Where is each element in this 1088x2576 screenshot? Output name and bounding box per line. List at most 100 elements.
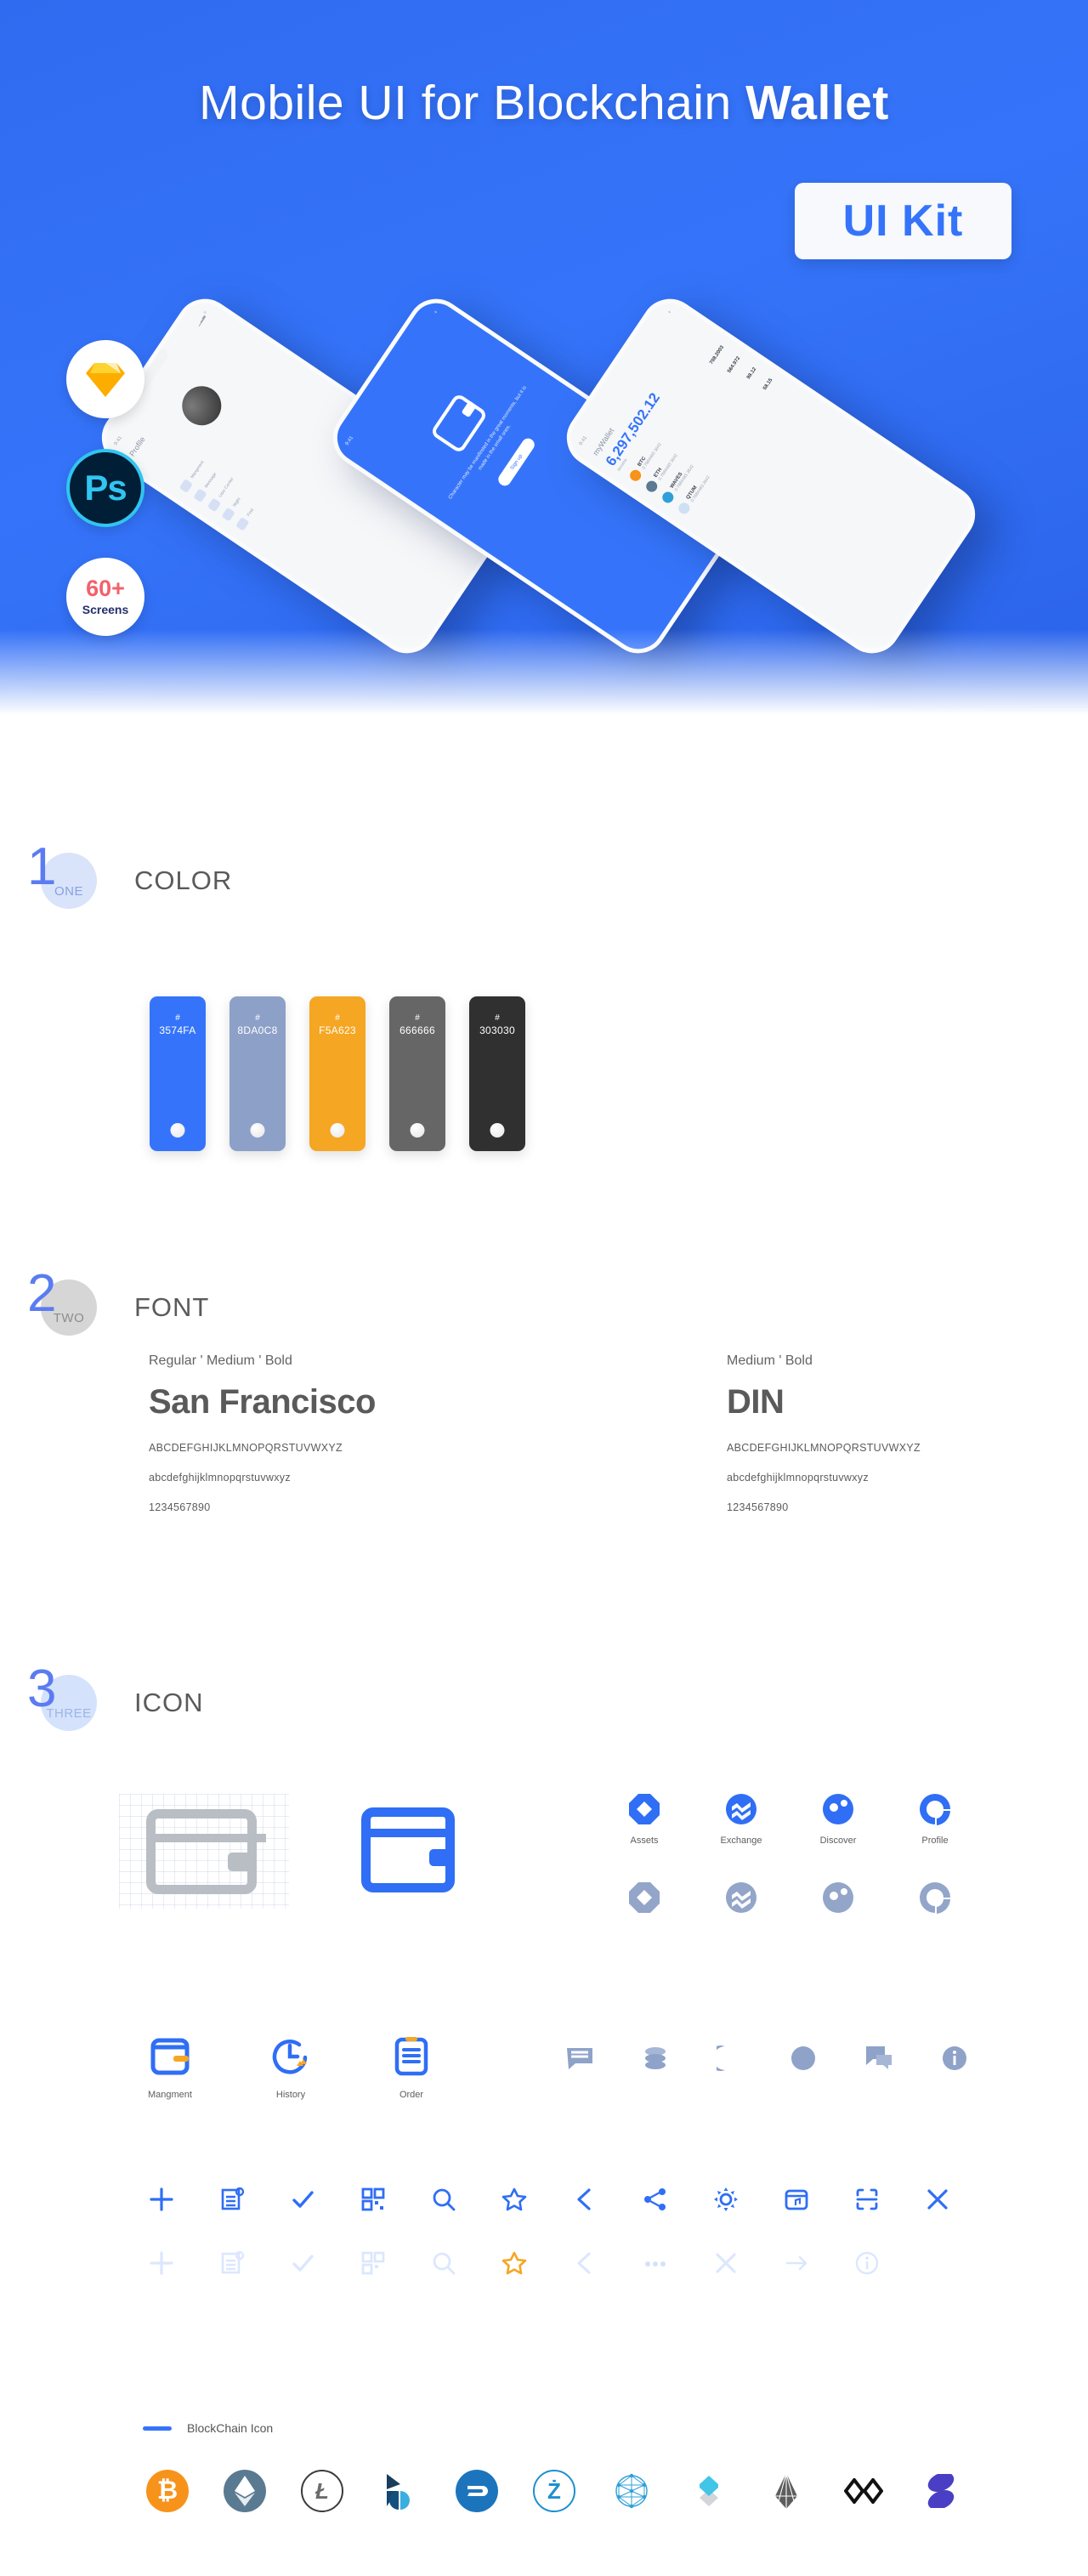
wallet-record-icon[interactable] (784, 2187, 809, 2212)
discover-icon (823, 1882, 853, 1913)
tab-exchange-inactive[interactable] (717, 1881, 765, 1915)
page-title-bold: Wallet (745, 76, 889, 130)
hex-value: 666666 (400, 1024, 435, 1036)
nano-icon[interactable] (920, 2470, 962, 2512)
zcash-icon[interactable]: Ż (533, 2470, 575, 2512)
feature-order[interactable]: Order (386, 2034, 437, 2100)
document-settings-icon[interactable] (219, 2187, 245, 2212)
arrow-right-icon[interactable] (784, 2250, 809, 2276)
item-icon (207, 497, 222, 513)
scan-icon[interactable] (854, 2187, 880, 2212)
feature-management[interactable]: Mangment (144, 2034, 196, 2100)
discover-icon (823, 1794, 853, 1824)
color-swatch: # 8DA0C8 (230, 996, 286, 1151)
gear-icon[interactable] (713, 2187, 739, 2212)
close-icon[interactable] (925, 2187, 950, 2212)
font-uppercase-sample: ABCDEFGHIJKLMNOPQRSTUVWXYZ (727, 1442, 921, 1454)
ellipsis-icon[interactable] (643, 2250, 668, 2276)
coin-value: 98.12 (745, 366, 757, 380)
section-number-badge: 1 ONE (27, 841, 97, 909)
qtum-icon[interactable] (610, 2470, 653, 2512)
message-icon[interactable] (565, 2045, 594, 2071)
bitshares-icon[interactable] (378, 2470, 421, 2512)
waves-icon[interactable] (688, 2470, 730, 2512)
font-name: DIN (727, 1383, 785, 1421)
dash-icon[interactable] (456, 2470, 498, 2512)
search-icon[interactable] (431, 2187, 456, 2212)
check-icon[interactable] (290, 2250, 315, 2276)
section-header-color: 1 ONE COLOR (27, 841, 232, 909)
item-icon (235, 516, 250, 531)
swatch-dot (250, 1123, 265, 1138)
profile-icon (920, 1882, 950, 1914)
tab-assets-inactive[interactable] (620, 1881, 668, 1915)
coin-value: 708.2003 (708, 344, 725, 366)
qrcode-icon[interactable] (360, 2250, 386, 2276)
star-icon[interactable] (502, 2187, 527, 2212)
plus-icon[interactable] (149, 2250, 174, 2276)
status-bar: 9:41 + (345, 309, 439, 446)
search-icon[interactable] (431, 2250, 456, 2276)
qtum-icon (676, 500, 692, 516)
legend-dash-icon (143, 2426, 172, 2431)
info-icon[interactable] (941, 2045, 968, 2072)
swatch-dot (410, 1123, 425, 1138)
tab-discover-inactive[interactable] (814, 1881, 862, 1915)
tab-exchange[interactable]: Exchange (717, 1792, 765, 1846)
chevron-left-icon[interactable] (572, 2187, 598, 2212)
star-icon[interactable] (502, 2250, 527, 2276)
feature-history[interactable]: History (265, 2034, 316, 2100)
chat-icon[interactable] (864, 2045, 893, 2072)
qrcode-icon[interactable] (360, 2187, 386, 2212)
item-icon (193, 488, 207, 503)
font-weights: Regular ' Medium ' Bold (149, 1353, 292, 1368)
wallet-management-icon (150, 2038, 190, 2075)
bitcoin-icon (627, 468, 643, 484)
hash-symbol: # (175, 1013, 180, 1023)
section-number-badge: 3 THREE (27, 1663, 97, 1731)
tab-assets[interactable]: Assets (620, 1792, 668, 1846)
litecoin-icon[interactable]: Ł (301, 2470, 343, 2512)
bitcoin-icon[interactable]: ₿ (146, 2470, 189, 2512)
hash-symbol: # (335, 1013, 340, 1023)
font-digits-sample: 1234567890 (727, 1501, 789, 1513)
tab-profile-inactive[interactable] (911, 1881, 959, 1915)
moon-icon[interactable] (717, 2045, 742, 2072)
tab-profile[interactable]: Profile (911, 1792, 959, 1846)
item-label: Find (246, 508, 255, 518)
item-label: Night (231, 496, 242, 508)
font-lowercase-sample: abcdefghijklmnopqrstuvwxyz (727, 1472, 869, 1484)
color-swatch: # 303030 (469, 996, 525, 1151)
info-icon[interactable] (854, 2250, 880, 2276)
color-swatches: # 3574FA # 8DA0C8 # F5A623 # 666666 # 30… (150, 996, 525, 1151)
chevron-left-icon[interactable] (572, 2250, 598, 2276)
status-icons: ▁▂▃ ⌾ (195, 309, 209, 327)
ethereum-icon[interactable] (224, 2470, 266, 2512)
bitcoin-symbol: ₿ (156, 2477, 178, 2505)
hero-banner: Mobile UI for Blockchain Wallet UI Kit 9… (0, 0, 1088, 748)
circle-icon[interactable] (790, 2045, 817, 2072)
close-icon[interactable] (713, 2250, 739, 2276)
eos-icon[interactable] (765, 2470, 808, 2512)
plus-icon: + (433, 309, 439, 315)
tenx-icon[interactable] (842, 2470, 885, 2512)
tab-label: Exchange (720, 1836, 762, 1846)
ui-kit-badge: UI Kit (795, 183, 1012, 259)
hex-value: 3574FA (159, 1024, 196, 1036)
section-number: 2 (27, 1264, 57, 1323)
tab-discover[interactable]: Discover (814, 1792, 862, 1846)
item-icon (221, 507, 235, 522)
format-badges: Ps 60+ Screens (66, 340, 144, 667)
action-icons-faded (149, 2250, 880, 2276)
section-number-badge: 2 TWO (27, 1268, 97, 1336)
document-settings-icon[interactable] (219, 2250, 245, 2276)
share-icon[interactable] (643, 2187, 668, 2212)
feature-label: Mangment (148, 2090, 192, 2100)
coins-stack-icon[interactable] (642, 2045, 669, 2072)
check-icon[interactable] (290, 2187, 315, 2212)
swatch-dot (330, 1123, 345, 1138)
sketch-badge (66, 340, 144, 418)
plus-icon[interactable] (149, 2187, 174, 2212)
section-title: ICON (134, 1688, 204, 1717)
feature-label: Order (399, 2090, 424, 2100)
